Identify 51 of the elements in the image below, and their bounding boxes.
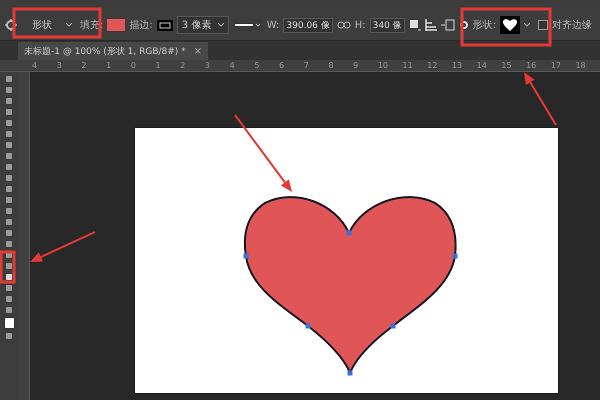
height-label: H:	[354, 20, 366, 30]
ruler-number: 4	[32, 60, 38, 71]
gear-icon[interactable]	[458, 20, 469, 30]
ruler-number: 18	[575, 60, 587, 71]
ruler-number: 4	[230, 60, 236, 71]
ruler-number: 2	[180, 60, 186, 71]
ruler-number: 10	[378, 60, 390, 71]
align-edges-checkbox[interactable]	[538, 20, 548, 30]
width-field[interactable]: 390.06 像	[283, 18, 333, 32]
stroke-width-select[interactable]: 3 像素	[176, 16, 229, 34]
ruler-number: 9	[353, 60, 360, 71]
close-tab-button[interactable]: ×	[194, 46, 202, 56]
ruler-number: 6	[279, 60, 286, 71]
color-swatch[interactable]	[4, 318, 14, 328]
ruler-number: 17	[550, 60, 562, 71]
height-field[interactable]: 340 像	[370, 18, 405, 32]
ruler-number: 1	[106, 60, 112, 71]
stroke-label: 描边:	[129, 18, 153, 32]
fill-swatch[interactable]	[107, 19, 126, 31]
ruler-number: 3	[204, 60, 212, 71]
ruler-number: 1	[156, 60, 162, 71]
ruler-number: 11	[402, 60, 414, 71]
ruler-number: 13	[452, 60, 464, 71]
ruler-number: 5	[254, 60, 260, 71]
highlight-box	[0, 250, 16, 284]
link-icon[interactable]	[336, 21, 351, 29]
ruler-number: 14	[476, 60, 488, 71]
ruler-number: 0	[130, 60, 137, 71]
stroke-swatch[interactable]	[156, 20, 173, 30]
align-edges-label: 对齐边缘	[552, 18, 592, 32]
path-arrangement-icon[interactable]	[440, 19, 455, 31]
annotation-arrow	[524, 72, 557, 126]
path-operations-icon[interactable]	[408, 19, 421, 31]
ruler-number: 8	[328, 60, 335, 71]
ruler-number: 2	[81, 60, 88, 71]
ruler-number: 3	[56, 60, 63, 71]
shape-label: 形状:	[472, 18, 496, 32]
ruler-number: 15	[501, 60, 513, 71]
caret-icon[interactable]	[218, 23, 224, 27]
path-alignment-icon[interactable]	[424, 19, 437, 31]
ruler-number: 12	[427, 60, 438, 71]
tool-icon[interactable]	[6, 333, 12, 339]
shape-picker[interactable]	[500, 16, 520, 34]
caret-icon[interactable]	[66, 23, 72, 27]
annotation-arrow	[30, 231, 96, 262]
ruler-number: 16	[526, 60, 538, 71]
ruler-number: 7	[304, 60, 310, 71]
caret-icon[interactable]	[524, 23, 530, 27]
width-label: W:	[266, 20, 280, 30]
document-tab[interactable]: 未标题-1 @ 100% (形状 1, RGB/8#) * ×	[18, 42, 208, 60]
tool-preset-icon[interactable]	[4, 18, 18, 32]
